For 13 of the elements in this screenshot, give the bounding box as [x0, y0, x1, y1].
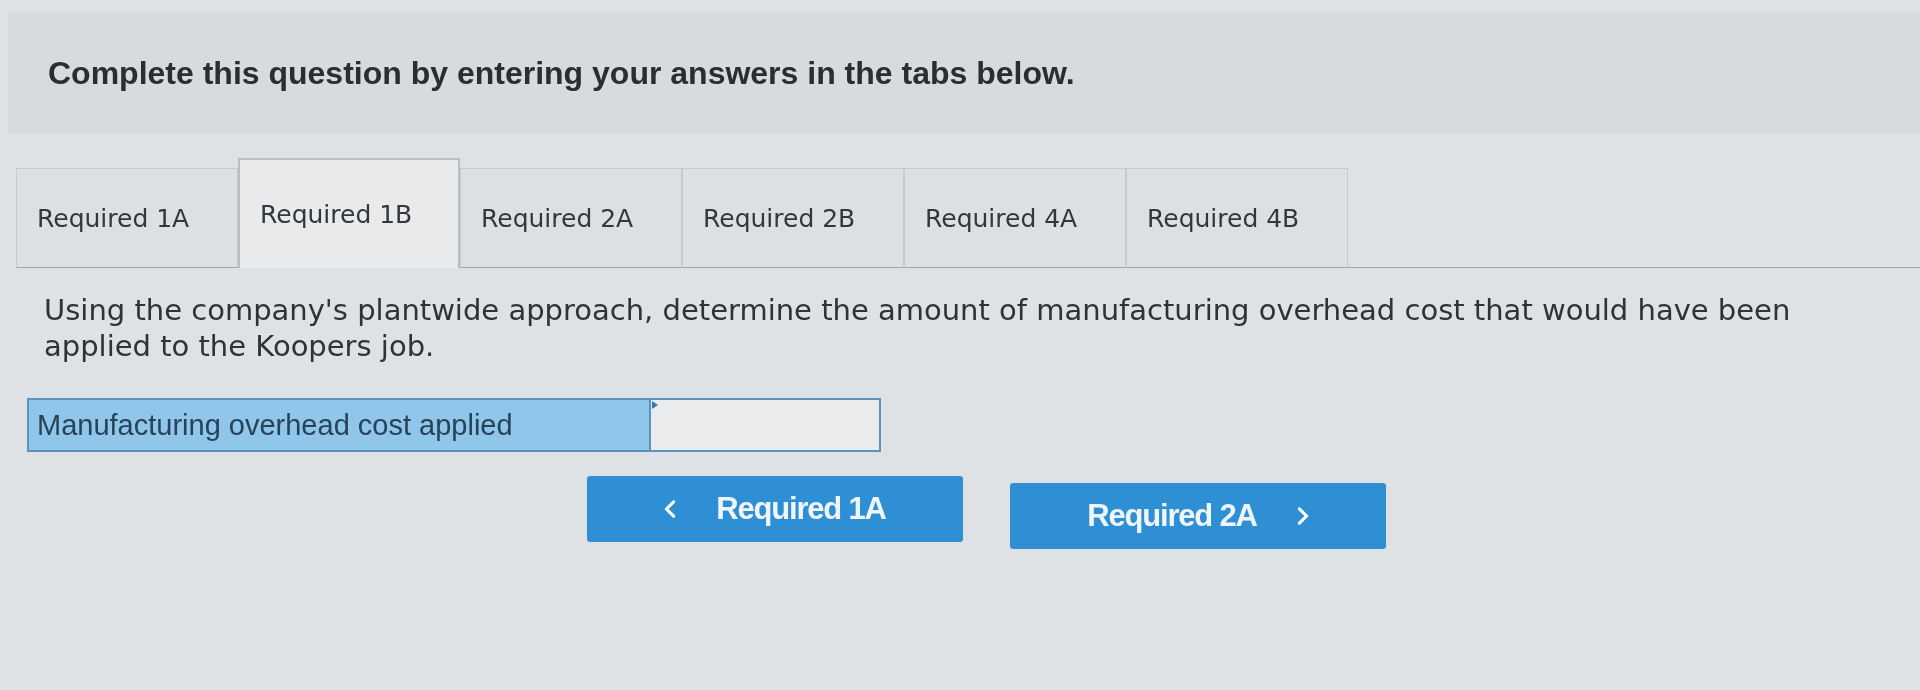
answer-label-cell: Manufacturing overhead cost applied: [27, 398, 649, 452]
tab[interactable]: Required 4A: [904, 168, 1126, 268]
chevron-left-icon: [664, 500, 677, 518]
tab[interactable]: Required 2A: [460, 168, 682, 268]
chevron-right-icon: [1296, 507, 1309, 525]
corner-marker-icon: [652, 401, 658, 409]
tab[interactable]: Required 4B: [1126, 168, 1348, 268]
question-text: Using the company's plantwide approach, determine the amount of manufacturing overhead cost that would have been applied to the Koopers job.: [44, 292, 1792, 364]
instruction-text: Complete this question by entering your answers in the tabs below.: [48, 54, 1075, 92]
tab[interactable]: Required 2B: [682, 168, 904, 268]
answer-field[interactable]: [649, 398, 881, 452]
tab[interactable]: Required 1B: [238, 158, 460, 268]
tab[interactable]: Required 1A: [16, 168, 238, 268]
